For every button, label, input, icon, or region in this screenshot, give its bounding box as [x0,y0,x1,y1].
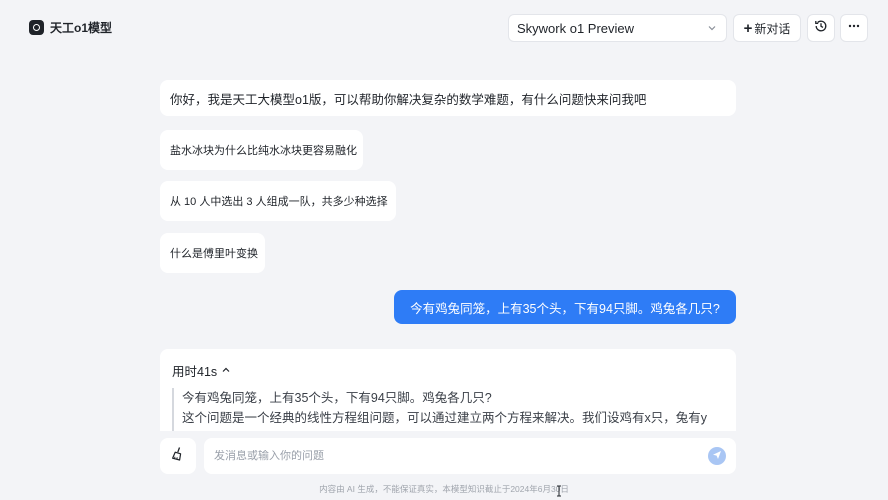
history-button[interactable] [807,14,835,42]
model-selector-label: Skywork o1 Preview [517,20,635,36]
chevron-up-icon [221,364,231,378]
more-button[interactable] [840,14,868,42]
assistant-answer: 用时41s 今有鸡兔同笼，上有35个头，下有94只脚。鸡兔各几只? 这个问题是一… [160,349,736,431]
broom-icon [170,446,186,467]
text-cursor-icon [556,484,562,497]
message-input[interactable] [214,450,708,462]
thinking-toggle[interactable]: 用时41s [172,361,724,380]
brand[interactable]: 天工o1模型 [29,19,112,36]
message-input-box [204,438,736,474]
brand-name: 天工o1模型 [50,21,113,35]
assistant-greeting: 你好，我是天工大模型o1版，可以帮助你解决复杂的数学难题，有什么问题快来问我吧 [160,80,736,116]
thinking-time: 用时41s [172,365,218,379]
composer [160,438,736,474]
brand-logo-icon [29,20,44,35]
new-chat-button[interactable]: + 新对话 [733,14,801,42]
user-message: 今有鸡兔同笼，上有35个头，下有94只脚。鸡兔各几只? [394,290,736,324]
suggestion-item[interactable]: 从 10 人中选出 3 人组成一队，共多少种选择 [160,181,396,221]
ai-disclaimer: 内容由 AI 生成，不能保证真实，本模型知识截止于2024年6月30日 [319,484,569,494]
model-selector[interactable]: Skywork o1 Preview [508,14,727,42]
thinking-content: 今有鸡兔同笼，上有35个头，下有94只脚。鸡兔各几只? 这个问题是一个经典的线性… [172,388,724,431]
more-icon [847,19,861,38]
thinking-line: 今有鸡兔同笼，上有35个头，下有94只脚。鸡兔各几只? [182,391,492,405]
thinking-line: 只。 [182,428,724,431]
chevron-down-icon [706,22,718,34]
suggestion-item[interactable]: 盐水冰块为什么比纯水冰块更容易融化 [160,130,363,170]
history-icon [814,19,828,38]
top-bar: 天工o1模型 Skywork o1 Preview + 新对话 [0,0,888,56]
thinking-line: 这个问题是一个经典的线性方程组问题，可以通过建立两个方程来解决。我们设鸡有x只，… [182,411,708,425]
suggestion-item[interactable]: 什么是傅里叶变换 [160,233,265,273]
send-button[interactable] [708,447,726,465]
new-chat-label: 新对话 [754,21,791,36]
send-icon [712,447,722,465]
clear-context-button[interactable] [160,438,196,474]
plus-icon: + [743,19,753,37]
